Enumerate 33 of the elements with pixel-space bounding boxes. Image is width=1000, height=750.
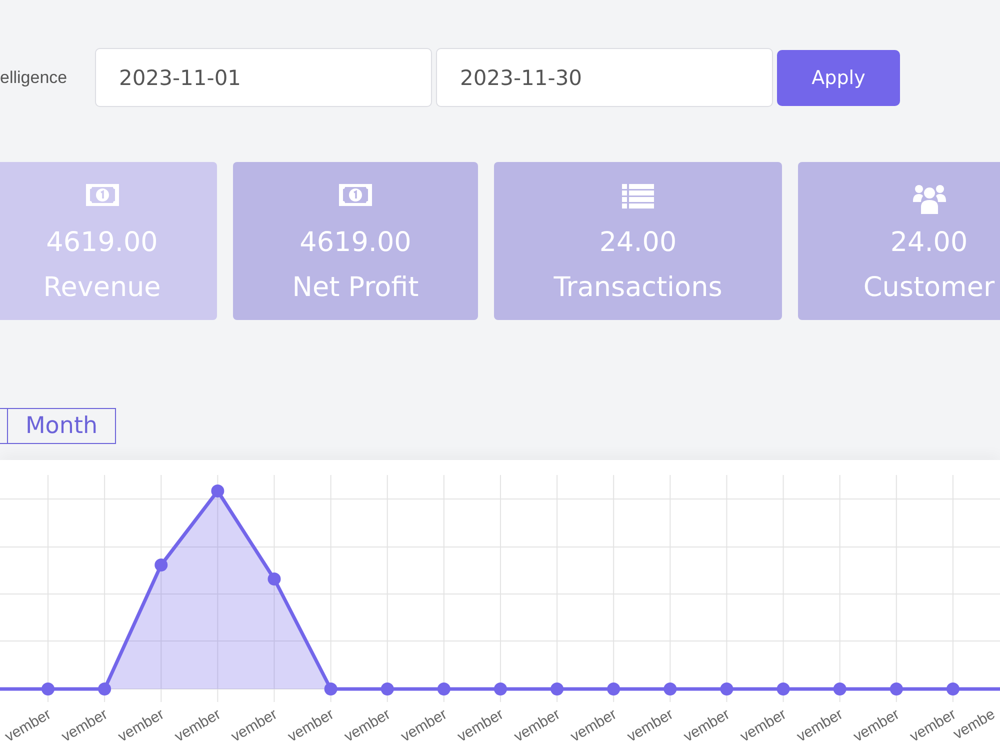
apply-button[interactable]: Apply — [777, 50, 900, 106]
data-point — [607, 682, 620, 696]
data-point — [720, 682, 734, 696]
data-point — [776, 682, 790, 696]
period-button[interactable] — [0, 408, 8, 444]
data-point — [946, 682, 960, 696]
data-point — [154, 558, 168, 572]
data-point — [833, 682, 846, 696]
data-point — [664, 682, 677, 696]
users-icon — [912, 184, 946, 214]
data-point — [890, 682, 903, 696]
data-point — [494, 682, 507, 696]
stat-label: Transactions — [554, 271, 722, 305]
data-point — [380, 682, 394, 696]
data-point — [42, 682, 54, 696]
data-point — [550, 682, 564, 696]
banknote-icon — [339, 184, 372, 206]
period-button[interactable]: Month — [7, 408, 116, 444]
stat-value: 4619.00 — [300, 227, 412, 259]
data-point — [211, 484, 224, 498]
stat-value: 24.00 — [890, 227, 968, 259]
data-point — [437, 682, 450, 696]
stat-label: Customer — [863, 271, 995, 305]
data-point — [324, 682, 338, 696]
data-point — [98, 682, 112, 696]
banknote-icon — [86, 184, 118, 206]
stat-label: Net Profit — [292, 271, 419, 305]
list-icon — [622, 184, 654, 209]
start-date-field[interactable]: 2023-11-01 — [95, 48, 432, 107]
page-title: elligence — [0, 68, 68, 88]
end-date-field[interactable]: 2023-11-30 — [436, 48, 773, 107]
stat-value: 24.00 — [599, 227, 677, 259]
data-point — [268, 572, 281, 586]
